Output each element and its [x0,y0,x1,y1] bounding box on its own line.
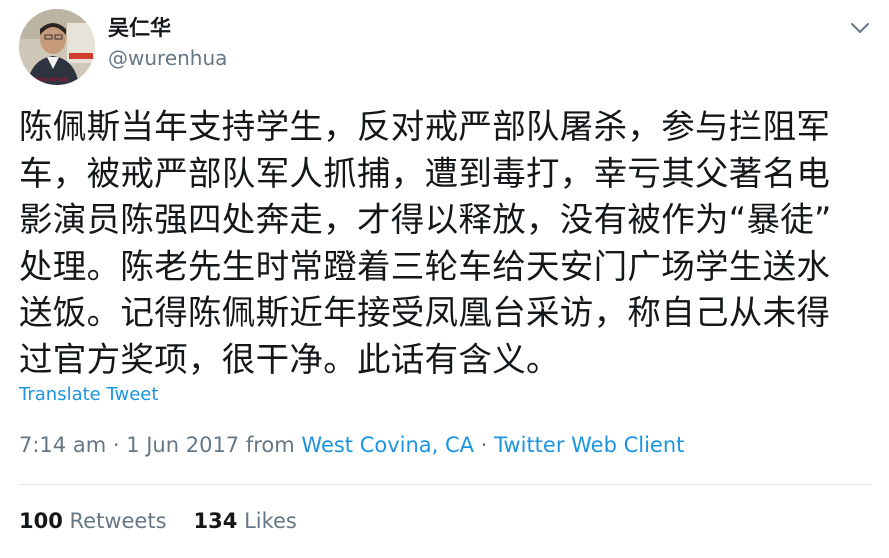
likes-stat[interactable]: 134 Likes [194,509,297,533]
location-link[interactable]: West Covina, CA [301,433,474,457]
tweet-card: 六四天安门事件真相 吴仁华 @wurenhua 陈佩斯当年支持学生，反对戒严部队… [0,0,889,558]
tweet-text-line: 车，被戒严部队军人抓捕，遭到毒打，幸亏其父著名电 [19,153,831,193]
from-label: from [239,433,302,457]
divider [19,484,871,485]
tweet-date[interactable]: 1 Jun 2017 [126,433,239,457]
likes-count: 134 [193,509,238,533]
tweet-time[interactable]: 7:14 am [19,433,106,457]
tweet-text-line: 影演员陈强四处奔走，才得以释放，没有被作为“暴徒” [19,200,832,239]
tweet-text-line: 送饭。记得陈佩斯近年接受凤凰台采访，称自己从未得 [19,293,831,332]
avatar-banner-text: 六四天安门事件真相 [31,76,67,82]
meta-separator: · [106,433,127,457]
retweets-count: 100 [19,509,63,533]
tweet-metadata: 7:14 am · 1 Jun 2017 from West Covina, C… [19,429,684,461]
chevron-down-icon [851,23,869,33]
tweet-text: 陈佩斯当年支持学生，反对戒严部队屠杀，参与拦阻军 车，被戒严部队军人抓捕，遭到毒… [19,104,864,383]
avatar-photo: 六四天安门事件真相 [19,9,95,85]
tweet-text-line: 过官方奖项，很干净。此话有含义。 [19,339,560,379]
user-handle[interactable]: @wurenhua [108,44,227,72]
tweet-stats: 100 Retweets 134 Likes [19,505,297,537]
translate-tweet-link[interactable]: Translate Tweet [19,382,158,408]
meta-separator: · [474,433,495,457]
more-options-button[interactable] [846,14,874,42]
tweet-text-line: 陈佩斯当年支持学生，反对戒严部队屠杀，参与拦阻军 [19,107,831,146]
tweet-text-line: 处理。陈老先生时常蹬着三轮车给天安门广场学生送水 [19,246,831,286]
client-link[interactable]: Twitter Web Client [494,433,684,457]
retweets-stat[interactable]: 100 Retweets [19,509,167,533]
avatar[interactable]: 六四天安门事件真相 [19,9,95,85]
display-name[interactable]: 吴仁华 [108,14,171,42]
likes-label: Likes [244,509,297,533]
retweets-label: Retweets [69,509,167,533]
